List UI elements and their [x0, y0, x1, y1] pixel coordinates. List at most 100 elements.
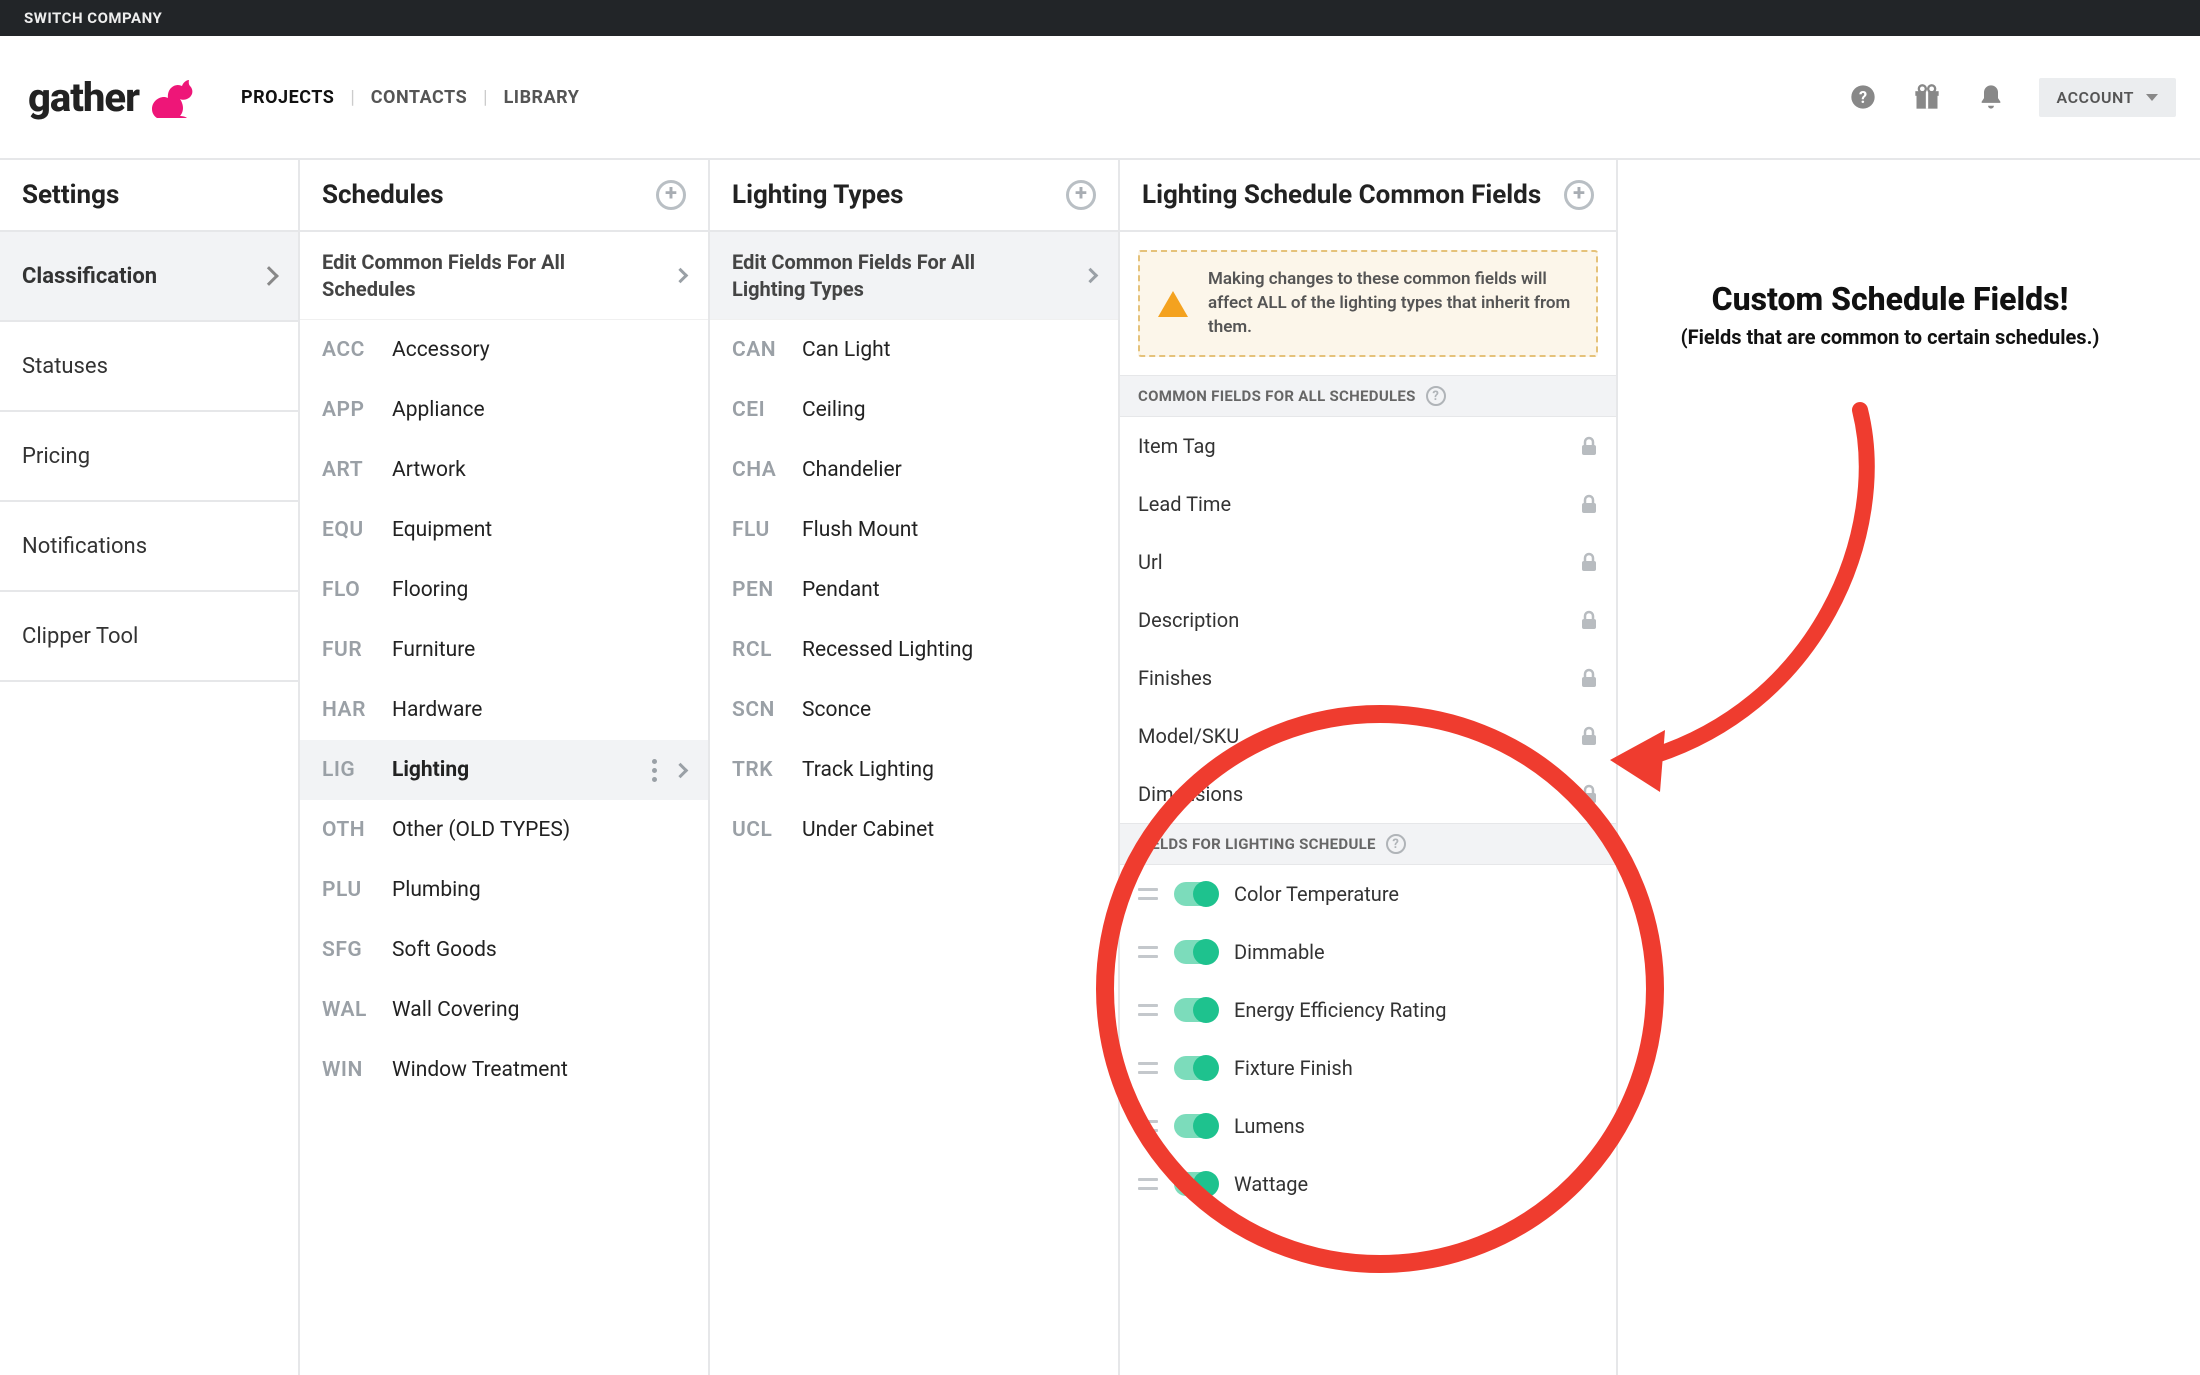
type-row-cha[interactable]: CHAChandelier: [710, 440, 1118, 500]
field-label: Dimensions: [1138, 782, 1243, 806]
common-field-row[interactable]: Description: [1120, 591, 1616, 649]
schedule-row-win[interactable]: WINWindow Treatment: [300, 1040, 708, 1100]
drag-handle-icon[interactable]: [1138, 1120, 1158, 1132]
edit-common-types[interactable]: Edit Common Fields For All Lighting Type…: [710, 232, 1118, 320]
schedule-row-har[interactable]: HARHardware: [300, 680, 708, 740]
type-row-trk[interactable]: TRKTrack Lighting: [710, 740, 1118, 800]
settings-column: Settings Classification Statuses Pricing…: [0, 160, 300, 1375]
drag-handle-icon[interactable]: [1138, 946, 1158, 958]
nav-projects[interactable]: PROJECTS: [241, 87, 334, 108]
schedule-label: Other (OLD TYPES): [392, 818, 570, 842]
schedule-code: WAL: [322, 998, 374, 1022]
schedule-row-equ[interactable]: EQUEquipment: [300, 500, 708, 560]
switch-company-bar[interactable]: SWITCH COMPANY: [0, 0, 2200, 36]
settings-item-clipper-tool[interactable]: Clipper Tool: [0, 592, 298, 682]
settings-item-classification[interactable]: Classification: [0, 232, 298, 322]
toggle-switch[interactable]: [1174, 940, 1218, 964]
settings-item-notifications[interactable]: Notifications: [0, 502, 298, 592]
type-label: Pendant: [802, 578, 880, 602]
schedule-label: Accessory: [392, 338, 490, 362]
kebab-icon[interactable]: [652, 759, 657, 782]
schedule-code: LIG: [322, 758, 374, 782]
common-field-row[interactable]: Item Tag: [1120, 417, 1616, 475]
specific-field-row[interactable]: Wattage: [1120, 1155, 1616, 1213]
drag-handle-icon[interactable]: [1138, 1062, 1158, 1074]
specific-field-row[interactable]: Fixture Finish: [1120, 1039, 1616, 1097]
settings-item-statuses[interactable]: Statuses: [0, 322, 298, 412]
chevron-right-icon: [1083, 268, 1099, 284]
toggle-switch[interactable]: [1174, 1172, 1218, 1196]
chevron-down-icon: [2146, 94, 2158, 101]
field-label: Wattage: [1234, 1172, 1308, 1196]
schedule-label: Soft Goods: [392, 938, 497, 962]
help-icon[interactable]: [1386, 834, 1406, 854]
schedules-title: Schedules: [300, 160, 708, 232]
svg-text:?: ?: [1858, 88, 1866, 107]
drag-handle-icon[interactable]: [1138, 888, 1158, 900]
common-field-row[interactable]: Lead Time: [1120, 475, 1616, 533]
add-schedule-button[interactable]: [656, 180, 686, 210]
specific-field-row[interactable]: Energy Efficiency Rating: [1120, 981, 1616, 1039]
account-dropdown[interactable]: ACCOUNT: [2039, 78, 2176, 117]
gift-icon[interactable]: [1911, 81, 1943, 113]
schedule-row-wal[interactable]: WALWall Covering: [300, 980, 708, 1040]
type-row-flu[interactable]: FLUFlush Mount: [710, 500, 1118, 560]
type-row-cei[interactable]: CEICeiling: [710, 380, 1118, 440]
logo[interactable]: gather: [28, 73, 193, 121]
add-type-button[interactable]: [1066, 180, 1096, 210]
help-icon[interactable]: [1426, 386, 1446, 406]
schedule-row-fur[interactable]: FURFurniture: [300, 620, 708, 680]
common-field-row[interactable]: Model/SKU: [1120, 707, 1616, 765]
field-label: Fixture Finish: [1234, 1056, 1353, 1080]
schedule-row-acc[interactable]: ACC Accessory: [300, 320, 708, 380]
schedule-label: Window Treatment: [392, 1058, 568, 1082]
type-row-can[interactable]: CANCan Light: [710, 320, 1118, 380]
specific-field-row[interactable]: Dimmable: [1120, 923, 1616, 981]
schedule-row-art[interactable]: ARTArtwork: [300, 440, 708, 500]
type-row-ucl[interactable]: UCLUnder Cabinet: [710, 800, 1118, 860]
type-label: Sconce: [802, 698, 871, 722]
common-field-row[interactable]: Url: [1120, 533, 1616, 591]
bell-icon[interactable]: [1975, 81, 2007, 113]
toggle-switch[interactable]: [1174, 882, 1218, 906]
schedule-row-oth[interactable]: OTHOther (OLD TYPES): [300, 800, 708, 860]
schedules-column: Schedules Edit Common Fields For All Sch…: [300, 160, 710, 1375]
type-row-pen[interactable]: PENPendant: [710, 560, 1118, 620]
settings-item-pricing[interactable]: Pricing: [0, 412, 298, 502]
schedule-code: ACC: [322, 338, 374, 362]
settings-title: Settings: [0, 160, 298, 232]
type-row-scn[interactable]: SCNSconce: [710, 680, 1118, 740]
schedule-label: Plumbing: [392, 878, 481, 902]
toggle-switch[interactable]: [1174, 1114, 1218, 1138]
account-label: ACCOUNT: [2057, 88, 2134, 107]
type-label: Track Lighting: [802, 758, 934, 782]
lock-icon: [1580, 726, 1598, 746]
schedule-row-flo[interactable]: FLOFlooring: [300, 560, 708, 620]
schedule-row-sfg[interactable]: SFGSoft Goods: [300, 920, 708, 980]
type-code: CEI: [732, 398, 784, 422]
type-label: Under Cabinet: [802, 818, 934, 842]
chevron-right-icon: [259, 266, 279, 286]
add-field-button[interactable]: [1564, 180, 1594, 210]
nav-library[interactable]: LIBRARY: [504, 87, 580, 108]
specific-field-row[interactable]: Color Temperature: [1120, 865, 1616, 923]
drag-handle-icon[interactable]: [1138, 1178, 1158, 1190]
field-label: Description: [1138, 608, 1239, 632]
annotation-area: [1618, 160, 2200, 1375]
schedule-label: Furniture: [392, 638, 475, 662]
toggle-switch[interactable]: [1174, 998, 1218, 1022]
specific-field-row[interactable]: Lumens: [1120, 1097, 1616, 1155]
lock-icon: [1580, 668, 1598, 688]
nav-contacts[interactable]: CONTACTS: [371, 87, 467, 108]
app-header: gather PROJECTS | CONTACTS | LIBRARY ? A…: [0, 36, 2200, 160]
toggle-switch[interactable]: [1174, 1056, 1218, 1080]
help-icon[interactable]: ?: [1847, 81, 1879, 113]
schedule-row-plu[interactable]: PLUPlumbing: [300, 860, 708, 920]
schedule-row-app[interactable]: APPAppliance: [300, 380, 708, 440]
schedule-row-lig[interactable]: LIGLighting: [300, 740, 708, 800]
edit-common-schedules[interactable]: Edit Common Fields For All Schedules: [300, 232, 708, 320]
common-field-row[interactable]: Finishes: [1120, 649, 1616, 707]
common-field-row[interactable]: Dimensions: [1120, 765, 1616, 823]
drag-handle-icon[interactable]: [1138, 1004, 1158, 1016]
type-row-rcl[interactable]: RCLRecessed Lighting: [710, 620, 1118, 680]
